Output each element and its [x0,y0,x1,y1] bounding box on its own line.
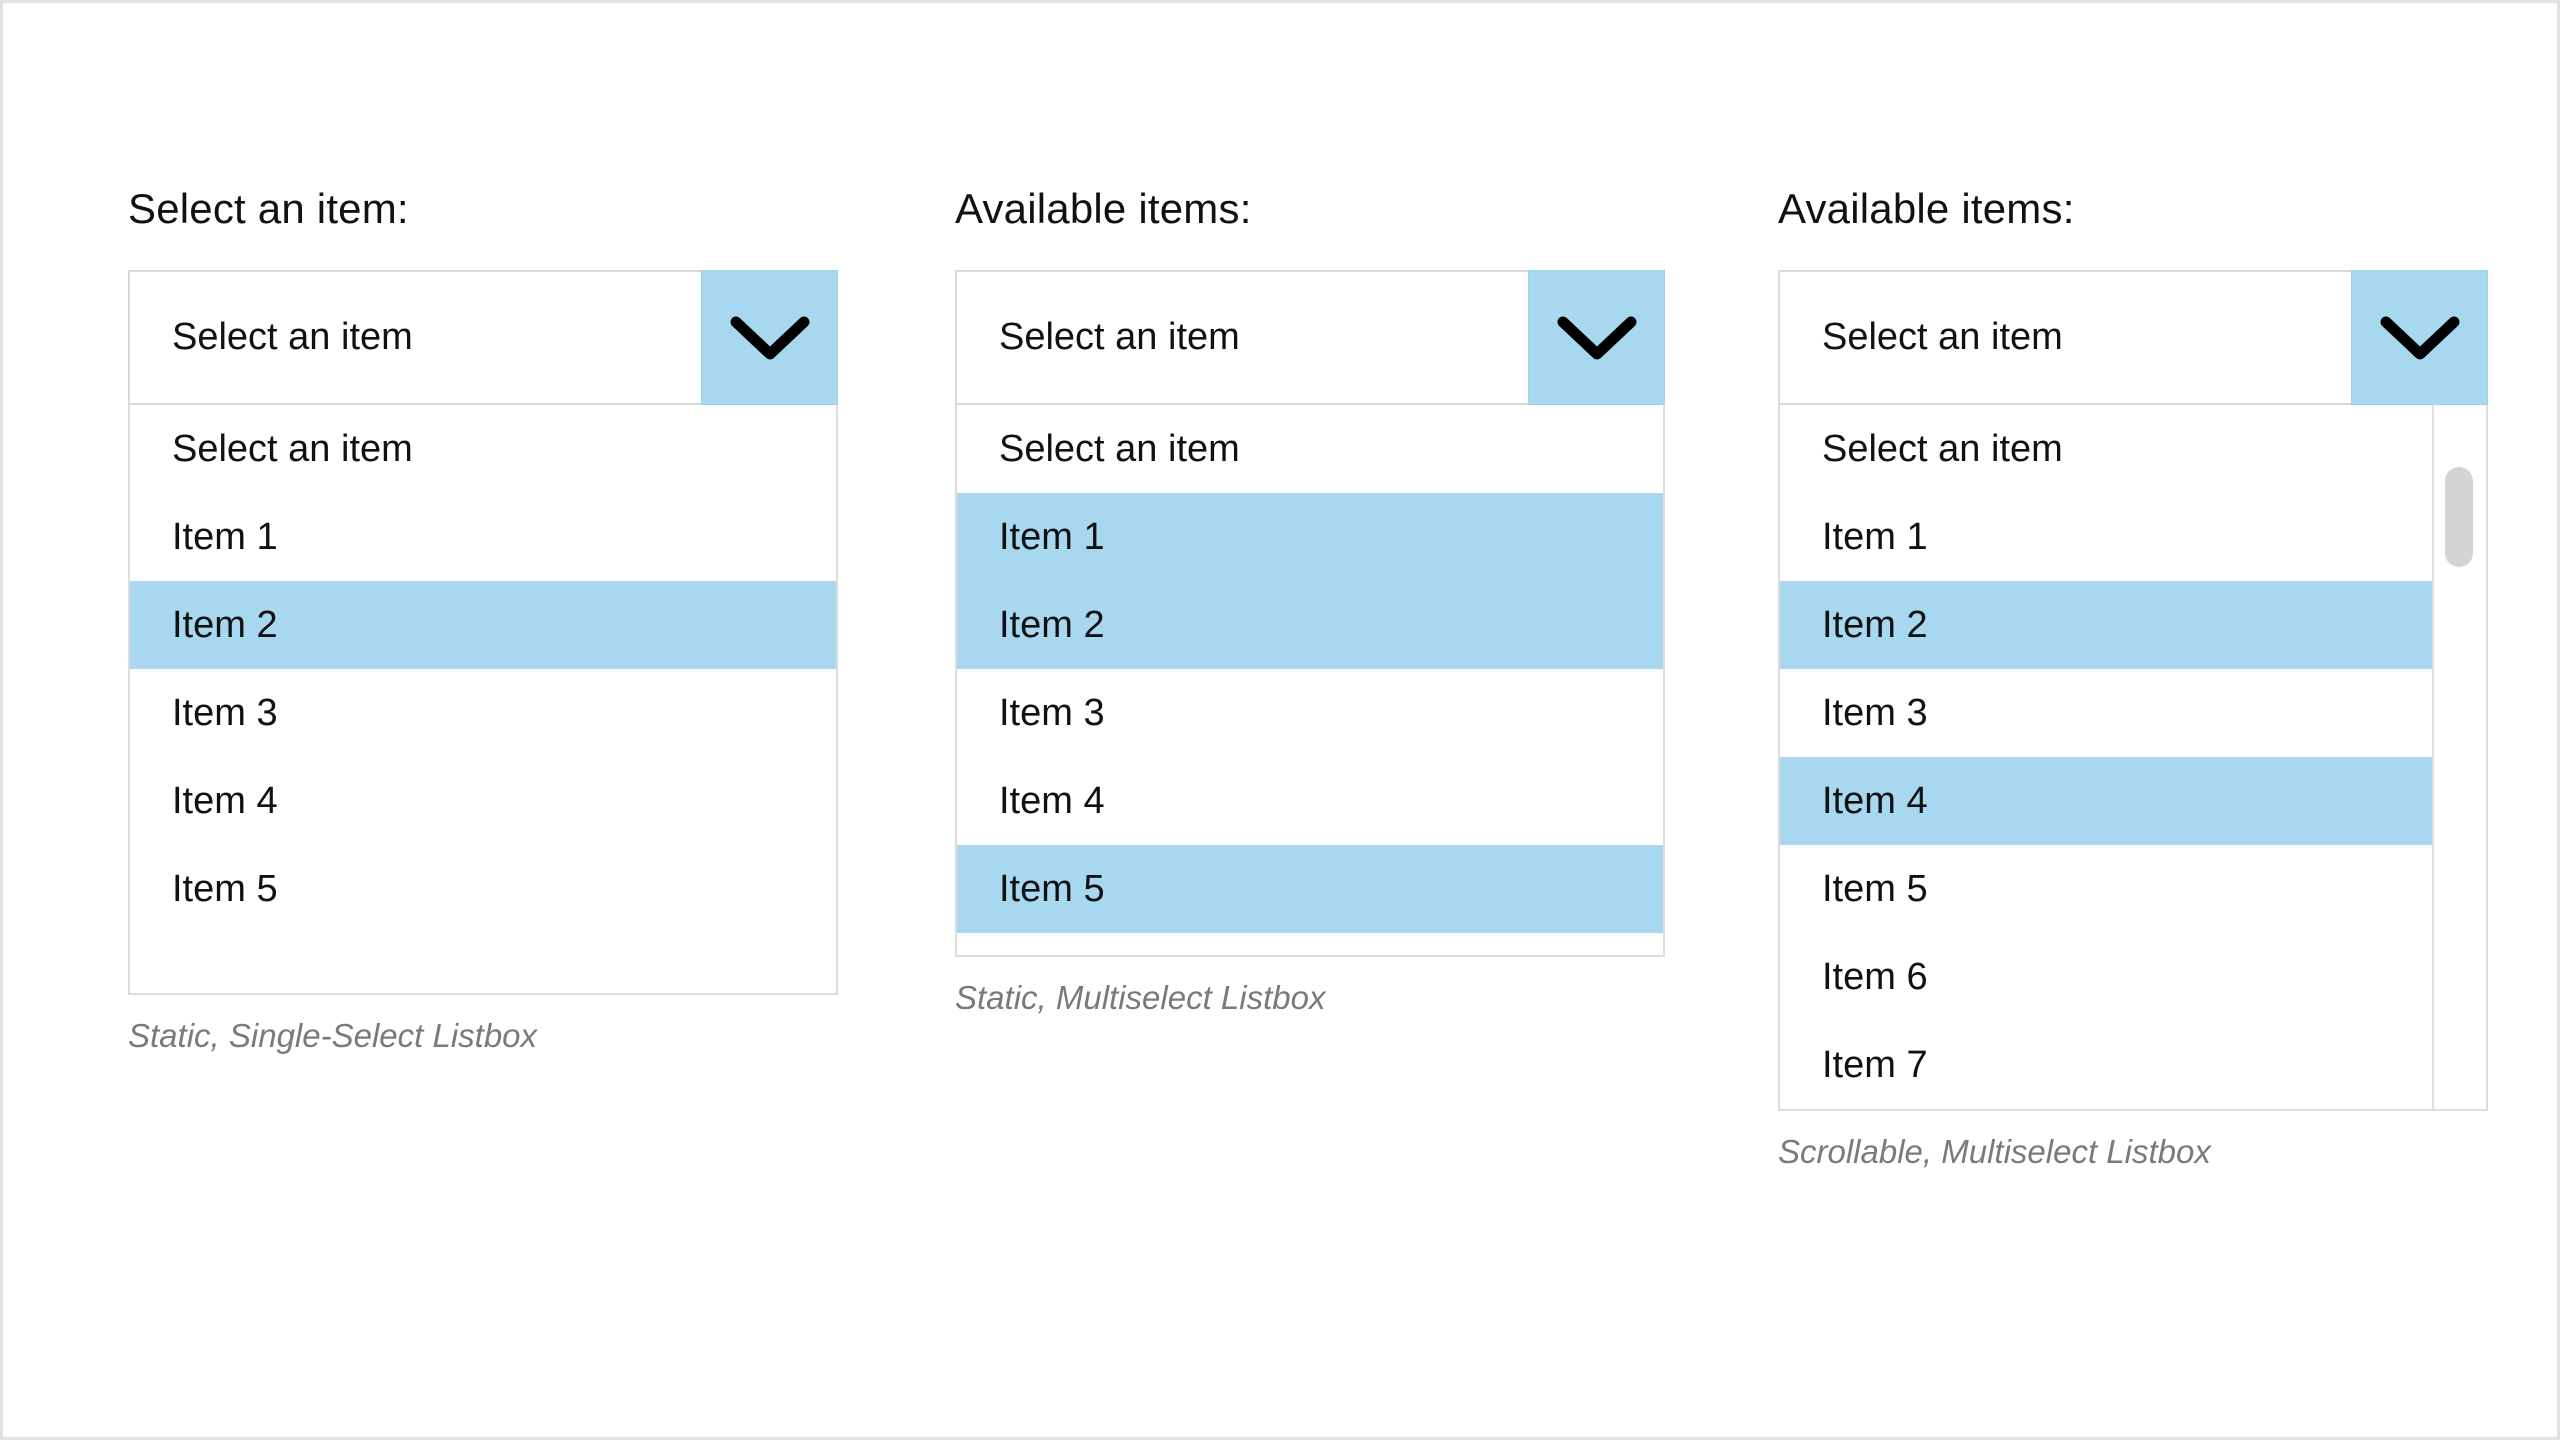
list-item[interactable]: Item 4 [130,757,836,845]
scrollbar-track[interactable] [2432,405,2486,1109]
page-root: Select an item: Select an item Select an… [0,0,2560,1440]
list-item[interactable]: Item 2 [130,581,836,669]
list-item[interactable]: Item 5 [130,845,836,933]
listbox-container: Select an item Item 1 Item 2 Item 3 Item… [955,405,1665,957]
chevron-down-icon[interactable] [2351,270,2488,405]
listbox-demo-columns: Select an item: Select an item Select an… [3,3,2557,1437]
list-item[interactable]: Item 5 [1780,845,2432,933]
listbox-caption: Scrollable, Multiselect Listbox [1778,1133,2211,1170]
listbox[interactable]: Select an item Item 1 Item 2 Item 3 Item… [957,405,1663,955]
list-item[interactable]: Item 7 [1780,1021,2432,1109]
field-label: Available items: [1778,185,2075,232]
field-label: Available items: [955,185,1252,232]
listbox-caption: Static, Multiselect Listbox [955,979,1326,1016]
list-item[interactable]: Item 6 [1780,933,2432,1021]
listbox-caption: Static, Single-Select Listbox [128,1017,538,1054]
listbox[interactable]: Select an item Item 1 Item 2 Item 3 Item… [130,405,836,993]
list-item[interactable]: Select an item [957,405,1663,493]
list-item[interactable]: Select an item [130,405,836,493]
list-item[interactable]: Item 3 [957,669,1663,757]
listbox[interactable]: Select an item Item 1 Item 2 Item 3 Item… [1780,405,2432,1109]
list-item[interactable]: Item 2 [1780,581,2432,669]
chevron-down-icon[interactable] [701,270,838,405]
list-item[interactable]: Item 2 [957,581,1663,669]
list-item[interactable]: Item 4 [1780,757,2432,845]
field-label: Select an item: [128,185,409,232]
listbox-demo-single-select: Select an item: Select an item Select an… [128,188,838,1055]
list-item[interactable]: Select an item [1780,405,2432,493]
list-item[interactable]: Item 3 [1780,669,2432,757]
listbox-demo-scrollable-multiselect: Available items: Select an item Select a… [1778,188,2488,1171]
chevron-down-icon[interactable] [1528,270,1665,405]
list-item[interactable]: Item 1 [1780,493,2432,581]
list-item[interactable]: Item 4 [957,757,1663,845]
listbox-demo-multiselect: Available items: Select an item Select a… [955,188,1665,1017]
list-item[interactable]: Item 5 [957,845,1663,933]
listbox-container: Select an item Item 1 Item 2 Item 3 Item… [1778,405,2488,1111]
listbox-container: Select an item Item 1 Item 2 Item 3 Item… [128,405,838,995]
list-item[interactable]: Item 3 [130,669,836,757]
scrollbar-thumb[interactable] [2445,467,2473,567]
list-item[interactable]: Item 1 [957,493,1663,581]
list-item[interactable]: Item 1 [130,493,836,581]
